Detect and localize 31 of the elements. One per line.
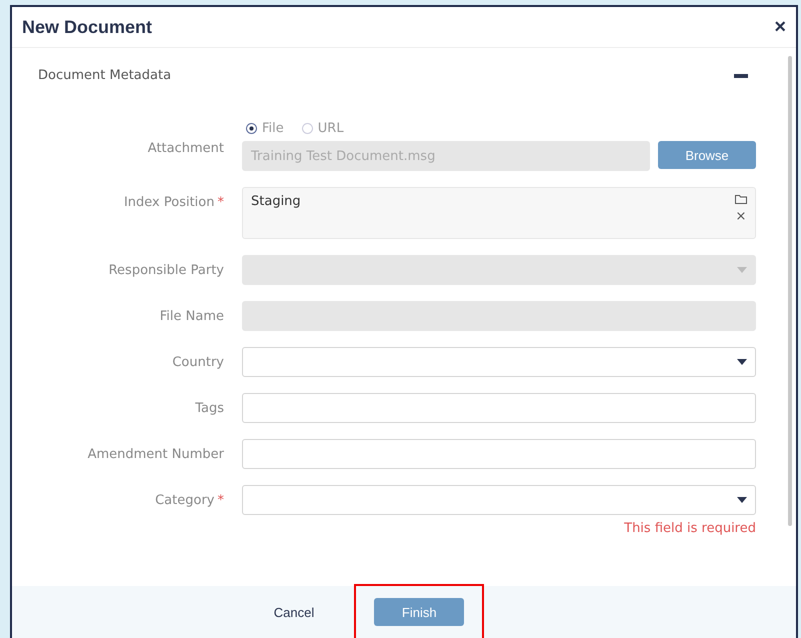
collapse-icon[interactable] — [734, 74, 748, 78]
field-label: Responsible Party — [108, 263, 224, 278]
field-label: Attachment — [148, 141, 224, 156]
folder-icon[interactable] — [735, 194, 747, 204]
browse-button[interactable]: Browse — [658, 141, 756, 169]
field-label: Country — [172, 355, 224, 370]
text-field[interactable] — [242, 439, 756, 469]
dialog-title: New Document — [22, 16, 152, 38]
required-mark: * — [218, 195, 224, 210]
radio-option[interactable]: File — [246, 121, 284, 136]
required-mark: * — [218, 493, 224, 508]
radio-option[interactable]: URL — [302, 121, 344, 136]
caret-icon — [737, 359, 747, 365]
field-label: Category — [155, 493, 214, 508]
error-message: This field is required — [624, 521, 756, 536]
dropdown-field[interactable] — [242, 485, 756, 515]
section-title: Document Metadata — [38, 68, 172, 83]
text-field[interactable] — [242, 393, 756, 423]
file-field[interactable]: Training Test Document.msg — [242, 141, 650, 171]
field-label: Tags — [195, 401, 224, 416]
index-position-field[interactable]: Staging × — [242, 187, 756, 239]
field-label: File Name — [160, 309, 224, 324]
close-button[interactable]: × — [770, 17, 790, 37]
field-label: Index Position — [124, 195, 214, 210]
dropdown-field[interactable] — [242, 347, 756, 377]
caret-icon — [737, 267, 747, 273]
caret-icon — [737, 497, 747, 503]
clear-icon[interactable]: × — [736, 210, 746, 223]
finish-button[interactable]: Finish — [374, 598, 464, 626]
scrollbar[interactable] — [788, 56, 792, 526]
field-label: Amendment Number — [88, 447, 224, 462]
